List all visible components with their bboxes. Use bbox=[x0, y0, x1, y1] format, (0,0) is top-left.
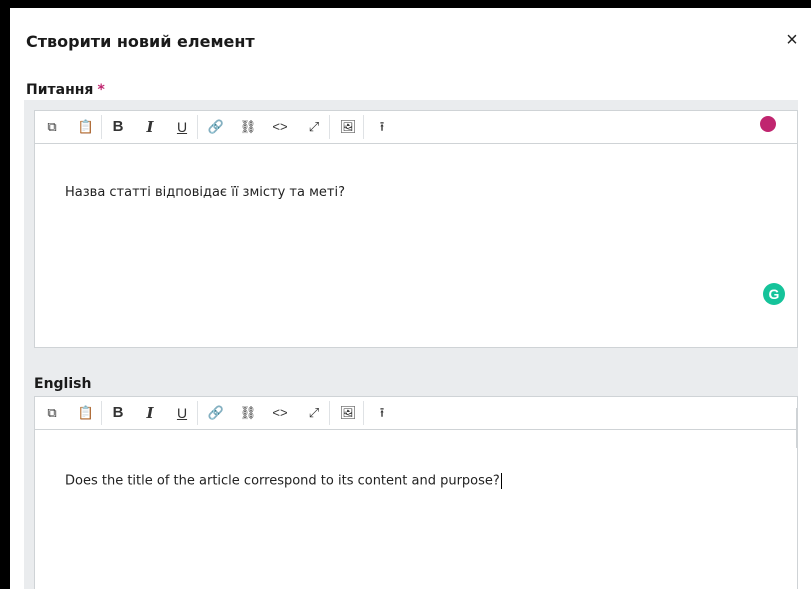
required-mark: * bbox=[97, 82, 105, 98]
toolbar-divider bbox=[197, 115, 198, 139]
toolbar-divider bbox=[197, 401, 198, 425]
bold-icon[interactable]: B bbox=[109, 404, 127, 422]
modal-title: Створити новий елемент bbox=[26, 32, 255, 51]
bold-icon[interactable]: B bbox=[109, 118, 127, 136]
toolbar-divider bbox=[329, 115, 330, 139]
image-icon[interactable]: 🖼 bbox=[339, 404, 357, 422]
copy-icon[interactable]: ⧉ bbox=[43, 404, 61, 422]
copy-icon[interactable]: ⧉ bbox=[43, 118, 61, 136]
english-label: English bbox=[34, 376, 92, 392]
unlink-icon[interactable]: ⛓ bbox=[239, 118, 257, 136]
globe-icon[interactable] bbox=[760, 116, 776, 132]
question-content[interactable]: Назва статті відповідає її змісту та мет… bbox=[65, 185, 345, 200]
toolbar-divider bbox=[101, 115, 102, 139]
italic-icon[interactable]: I bbox=[141, 118, 159, 136]
italic-icon[interactable]: I bbox=[141, 404, 159, 422]
underline-icon[interactable]: U bbox=[173, 404, 191, 422]
toolbar-divider bbox=[363, 401, 364, 425]
toolbar-divider bbox=[329, 401, 330, 425]
upload-icon[interactable]: ⭱ bbox=[373, 404, 391, 422]
question-toolbar: ⧉ 📋 B I U 🔗 ⛓ <> ⤢ 🖼 ⭱ bbox=[35, 111, 797, 144]
create-element-modal: Створити новий елемент × Питання * ⧉ 📋 B … bbox=[10, 8, 811, 589]
upload-icon[interactable]: ⭱ bbox=[373, 118, 391, 136]
paste-icon[interactable]: 📋 bbox=[77, 404, 95, 422]
grammarly-icon[interactable]: G bbox=[763, 283, 785, 305]
code-icon[interactable]: <> bbox=[271, 404, 289, 422]
scrollbar-edge[interactable] bbox=[796, 408, 798, 448]
underline-icon[interactable]: U bbox=[173, 118, 191, 136]
code-icon[interactable]: <> bbox=[271, 118, 289, 136]
toolbar-divider bbox=[363, 115, 364, 139]
fullscreen-icon[interactable]: ⤢ bbox=[305, 404, 323, 422]
link-icon[interactable]: 🔗 bbox=[207, 118, 225, 136]
paste-icon[interactable]: 📋 bbox=[77, 118, 95, 136]
toolbar-divider bbox=[101, 401, 102, 425]
close-button[interactable]: × bbox=[782, 30, 802, 50]
fullscreen-icon[interactable]: ⤢ bbox=[305, 118, 323, 136]
english-editor[interactable]: ⧉ 📋 B I U 🔗 ⛓ <> ⤢ 🖼 ⭱ Does the title of… bbox=[34, 396, 798, 589]
link-icon[interactable]: 🔗 bbox=[207, 404, 225, 422]
question-label: Питання * bbox=[26, 82, 105, 98]
english-content[interactable]: Does the title of the article correspond… bbox=[65, 473, 502, 489]
question-label-text: Питання bbox=[26, 82, 94, 98]
english-content-text: Does the title of the article correspond… bbox=[65, 473, 500, 489]
image-icon[interactable]: 🖼 bbox=[339, 118, 357, 136]
unlink-icon[interactable]: ⛓ bbox=[239, 404, 257, 422]
english-toolbar: ⧉ 📋 B I U 🔗 ⛓ <> ⤢ 🖼 ⭱ bbox=[35, 397, 797, 430]
question-editor[interactable]: ⧉ 📋 B I U 🔗 ⛓ <> ⤢ 🖼 ⭱ Назва статті відп… bbox=[34, 110, 798, 348]
text-caret bbox=[500, 473, 502, 489]
